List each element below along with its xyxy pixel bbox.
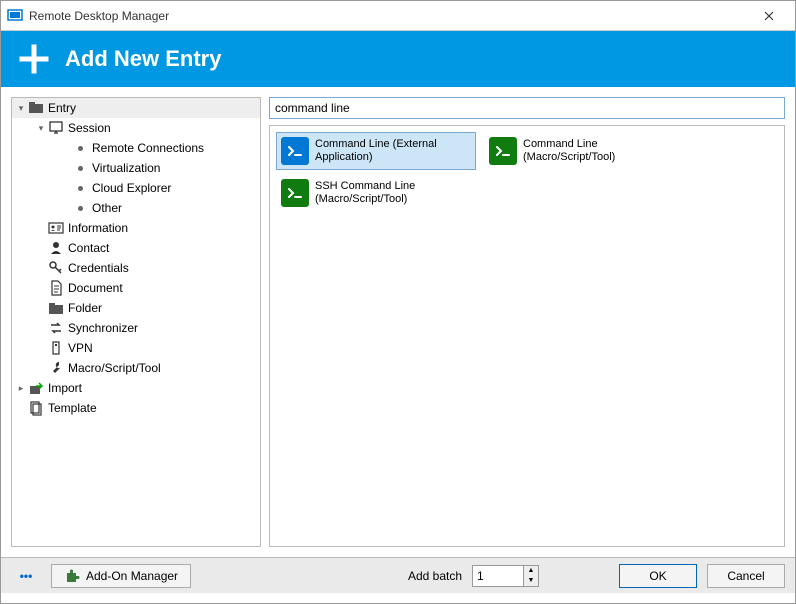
window-titlebar: Remote Desktop Manager	[1, 1, 795, 31]
add-batch-label: Add batch	[408, 569, 462, 583]
chevron-right-icon[interactable]: ▸	[14, 383, 28, 394]
terminal-icon	[489, 137, 517, 165]
tree-node-information[interactable]: Information	[12, 218, 260, 238]
document-icon	[48, 280, 64, 296]
chevron-down-icon[interactable]: ▾	[14, 103, 28, 114]
cancel-button[interactable]: Cancel	[707, 564, 785, 588]
vpn-icon	[48, 340, 64, 356]
id-card-icon	[48, 220, 64, 236]
tree-label: Template	[48, 401, 97, 415]
result-label: Command Line(Macro/Script/Tool)	[523, 138, 615, 164]
window-close-button[interactable]	[749, 2, 789, 30]
tree-label: Document	[68, 281, 123, 295]
tree-label: Contact	[68, 241, 109, 255]
bullet-icon	[72, 160, 88, 176]
tree-node-vpn[interactable]: VPN	[12, 338, 260, 358]
window-title: Remote Desktop Manager	[29, 9, 749, 23]
footer: ••• Add-On Manager Add batch ▲ ▼ OK Canc…	[1, 557, 795, 593]
folder-icon	[48, 300, 64, 316]
person-icon	[48, 240, 64, 256]
plus-icon	[19, 44, 49, 74]
tree-node-other[interactable]: Other	[12, 198, 260, 218]
tree-node-virtualization[interactable]: Virtualization	[12, 158, 260, 178]
tree-label: Virtualization	[92, 161, 160, 175]
wrench-icon	[48, 360, 64, 376]
batch-count-input[interactable]	[472, 565, 524, 587]
puzzle-icon	[64, 568, 80, 584]
ok-button[interactable]: OK	[619, 564, 697, 588]
folder-vault-icon	[28, 100, 44, 116]
tree-node-cloud-explorer[interactable]: Cloud Explorer	[12, 178, 260, 198]
terminal-icon	[281, 179, 309, 207]
more-options-button[interactable]: •••	[11, 564, 41, 588]
tree-node-session[interactable]: ▾ Session	[12, 118, 260, 138]
addon-manager-button[interactable]: Add-On Manager	[51, 564, 191, 588]
app-icon	[7, 8, 23, 24]
banner-title: Add New Entry	[65, 46, 221, 72]
bullet-icon	[72, 180, 88, 196]
tree-label: Synchronizer	[68, 321, 138, 335]
addon-manager-label: Add-On Manager	[86, 569, 178, 583]
tree-label: Other	[92, 201, 122, 215]
tree-node-synchronizer[interactable]: Synchronizer	[12, 318, 260, 338]
right-panel: Command Line (ExternalApplication) Comman…	[269, 97, 785, 547]
chevron-down-icon[interactable]: ▾	[34, 123, 48, 134]
result-item[interactable]: SSH Command Line(Macro/Script/Tool)	[276, 174, 476, 212]
content-area: ▾ Entry ▾ Session Remote Connections Vir…	[1, 87, 795, 557]
terminal-icon	[281, 137, 309, 165]
tree-node-credentials[interactable]: Credentials	[12, 258, 260, 278]
banner: Add New Entry	[1, 31, 795, 87]
tree-node-document[interactable]: Document	[12, 278, 260, 298]
import-icon	[28, 380, 44, 396]
tree-label: VPN	[68, 341, 93, 355]
tree-label: Remote Connections	[92, 141, 204, 155]
tree-label: Cloud Explorer	[92, 181, 171, 195]
search-input[interactable]	[269, 97, 785, 119]
tree-label: Information	[68, 221, 128, 235]
tree-node-remote-connections[interactable]: Remote Connections	[12, 138, 260, 158]
bullet-icon	[72, 140, 88, 156]
tree-label: Session	[68, 121, 111, 135]
tree-node-template[interactable]: Template	[12, 398, 260, 418]
monitor-icon	[48, 120, 64, 136]
tree-label: Import	[48, 381, 82, 395]
bullet-icon	[72, 200, 88, 216]
tree-node-import[interactable]: ▸ Import	[12, 378, 260, 398]
tree-node-folder[interactable]: Folder	[12, 298, 260, 318]
results-grid: Command Line (ExternalApplication) Comman…	[269, 125, 785, 547]
category-tree[interactable]: ▾ Entry ▾ Session Remote Connections Vir…	[11, 97, 261, 547]
tree-node-contact[interactable]: Contact	[12, 238, 260, 258]
result-item[interactable]: Command Line (ExternalApplication)	[276, 132, 476, 170]
spin-up-button[interactable]: ▲	[524, 566, 538, 576]
tree-label: Folder	[68, 301, 102, 315]
batch-spinner[interactable]: ▲ ▼	[524, 565, 539, 587]
sync-icon	[48, 320, 64, 336]
tree-label: Credentials	[68, 261, 129, 275]
spin-down-button[interactable]: ▼	[524, 576, 538, 586]
result-item[interactable]: Command Line(Macro/Script/Tool)	[484, 132, 684, 170]
tree-node-macro[interactable]: Macro/Script/Tool	[12, 358, 260, 378]
key-icon	[48, 260, 64, 276]
tree-label: Entry	[48, 101, 76, 115]
template-icon	[28, 400, 44, 416]
tree-label: Macro/Script/Tool	[68, 361, 161, 375]
result-label: SSH Command Line(Macro/Script/Tool)	[315, 180, 415, 206]
result-label: Command Line (ExternalApplication)	[315, 138, 437, 164]
tree-node-entry[interactable]: ▾ Entry	[12, 98, 260, 118]
